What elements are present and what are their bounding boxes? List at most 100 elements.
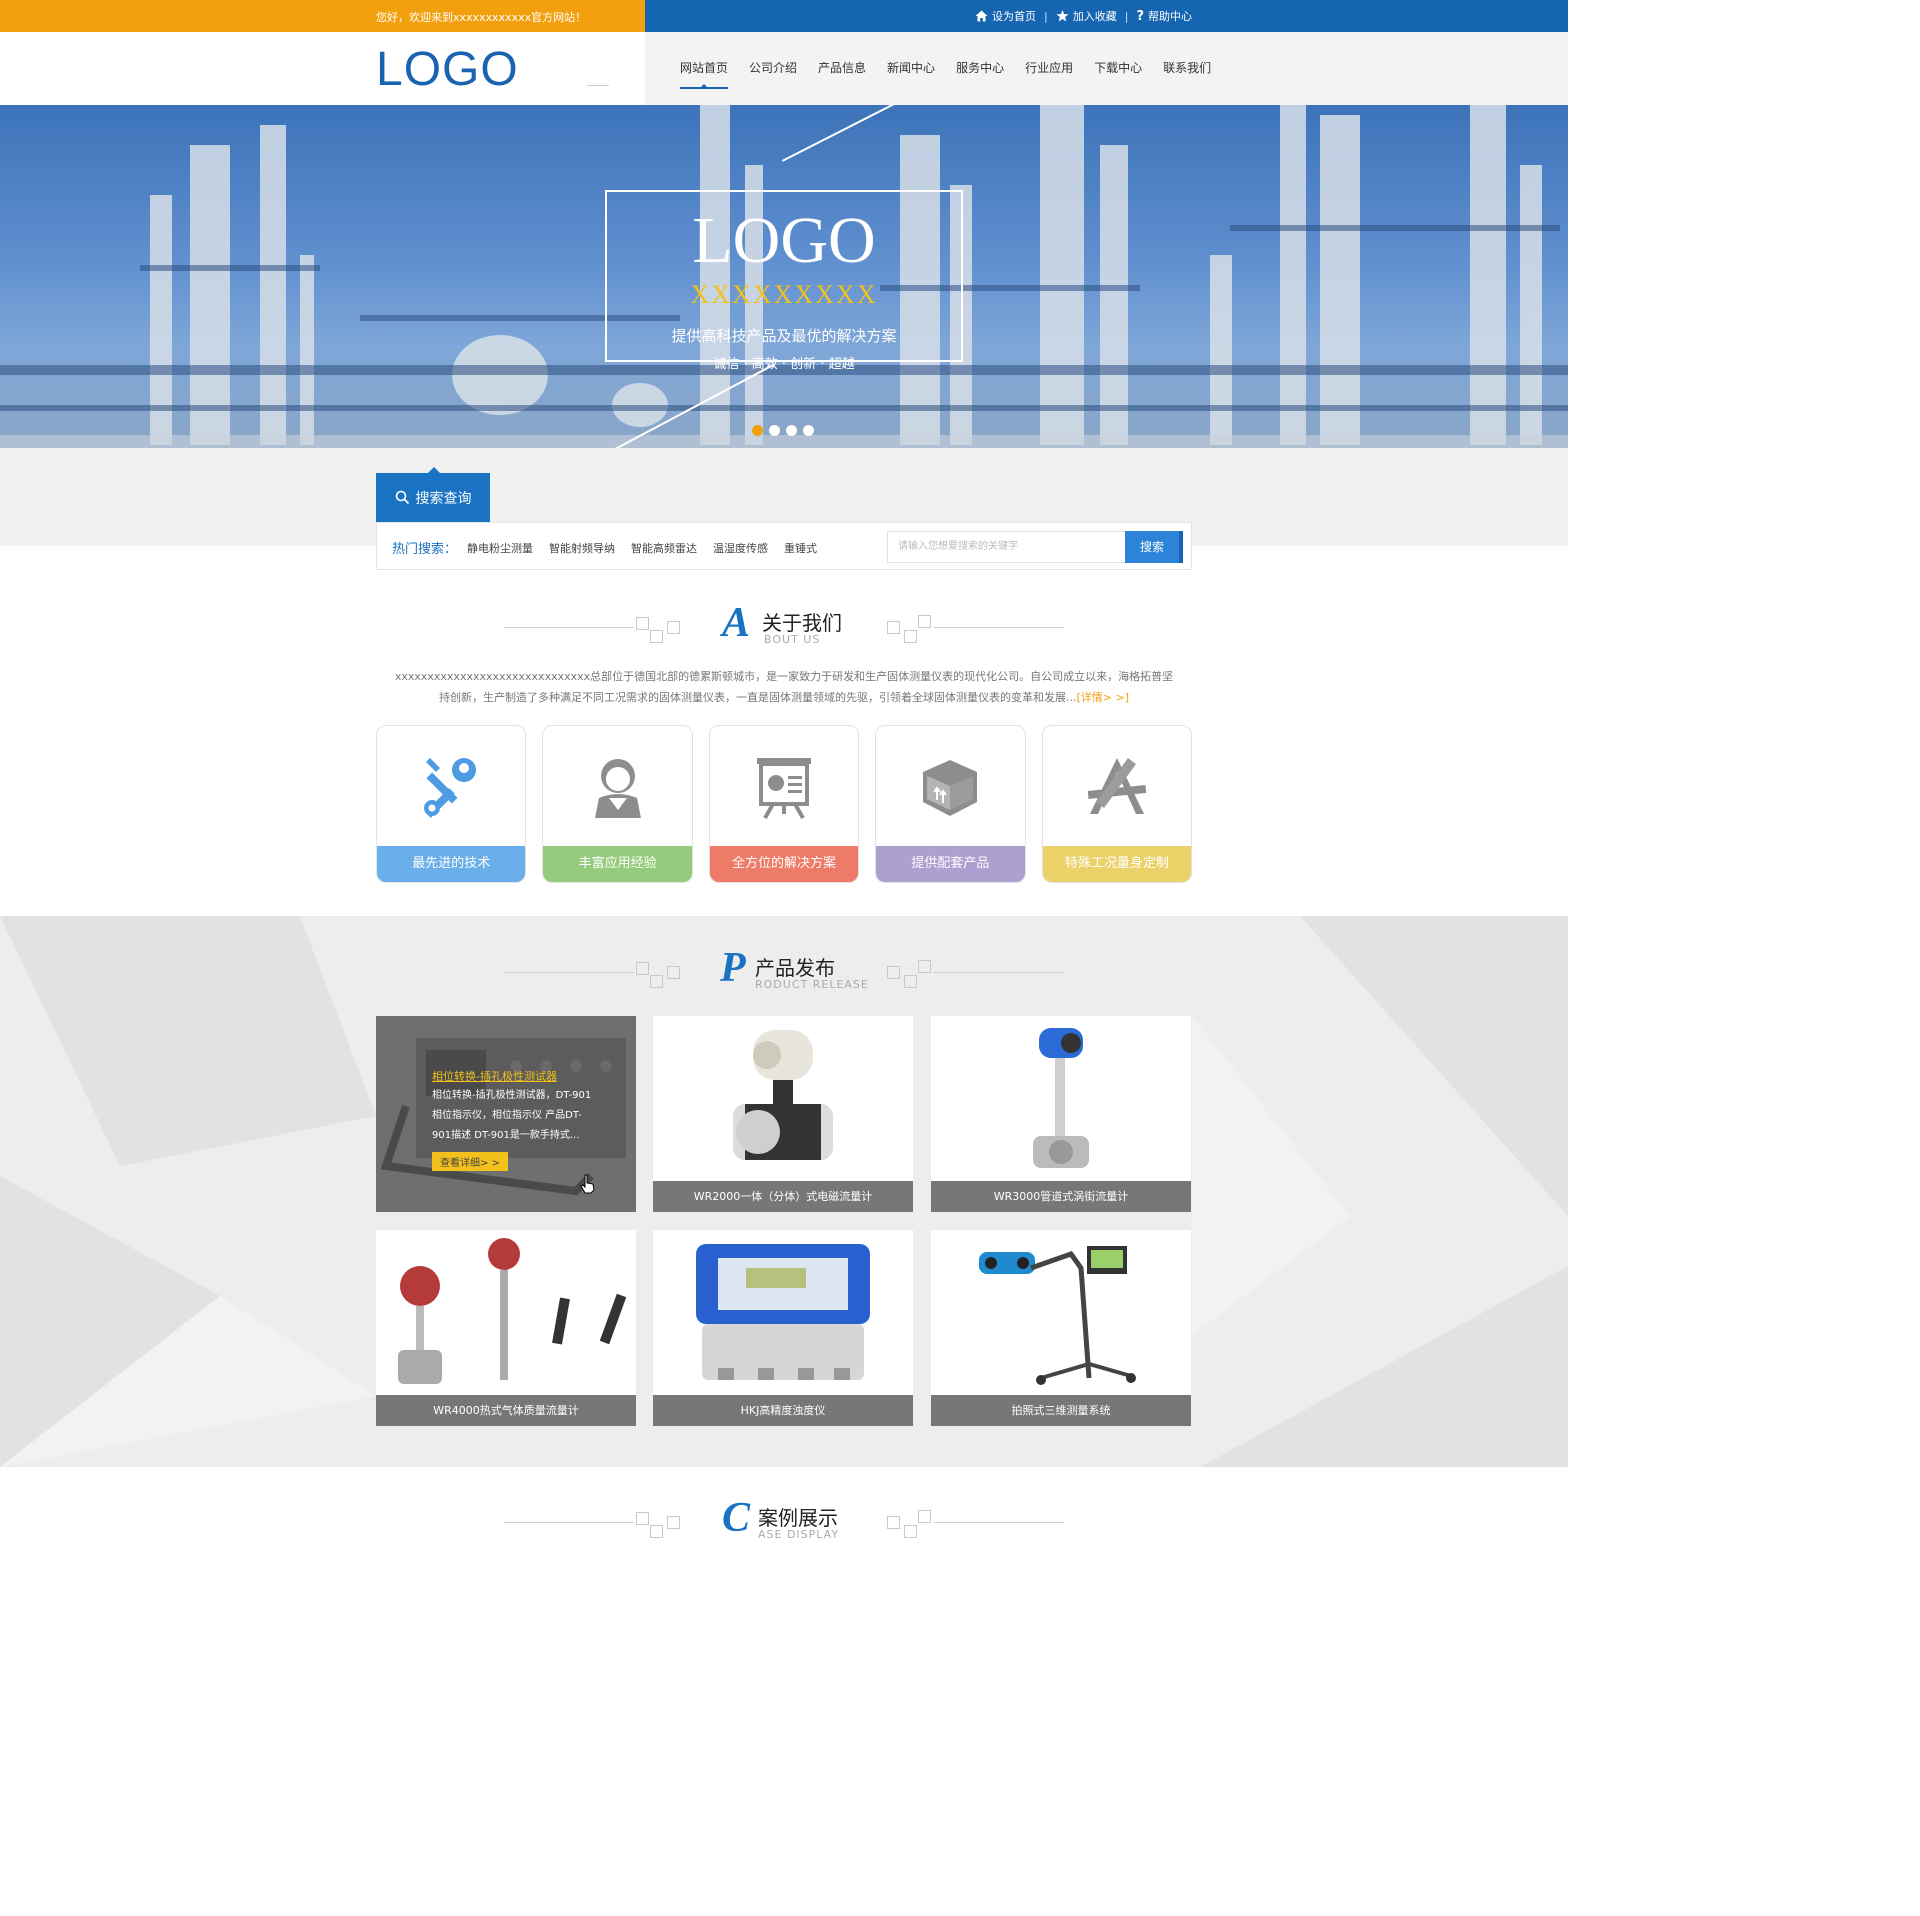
products-title: 产品发布 [755, 956, 835, 980]
title-square [904, 630, 917, 643]
product-card[interactable]: 拍照式三维测量系统 [931, 1230, 1191, 1426]
hot-search-label: 热门搜索： [392, 542, 458, 557]
search-tab[interactable]: 搜索查询 [376, 467, 490, 522]
nav-company[interactable]: 公司介绍 [749, 32, 797, 105]
hot-search-item[interactable]: 重锤式 [784, 540, 817, 556]
nav-contact[interactable]: 联系我们 [1163, 32, 1211, 105]
thermal-mass-flowmeter-image [398, 1237, 626, 1384]
banner-subtitle: XXXXXXXXX [690, 280, 878, 309]
product-card[interactable]: 相位转换-插孔极性测试器 相位转换-插孔极性测试器，DT-901相位指示仪，相位… [376, 1016, 636, 1212]
product-image [653, 1016, 913, 1181]
hot-search-list: 静电粉尘测量 智能射频导纳 智能高频雷达 温湿度传感 重锤式 [467, 540, 817, 556]
feature-cards: 最先进的技术 丰富应用经验 全方位的解决方案 提供配套产品 特殊工况量身定制 [376, 725, 1193, 885]
home-icon [975, 10, 988, 22]
search-row: 热门搜索： 静电粉尘测量 智能射频导纳 智能高频雷达 温湿度传感 重锤式 请输入… [376, 522, 1192, 570]
add-favorite-label: 加入收藏 [1072, 10, 1117, 23]
view-details-button[interactable]: 查看详细> > [432, 1152, 508, 1171]
title-square [904, 1525, 917, 1538]
title-square [887, 1516, 900, 1529]
feature-card[interactable]: 特殊工况量身定制 [1041, 725, 1193, 883]
about-letter: A [722, 600, 751, 646]
hot-search-item[interactable]: 智能射频导纳 [549, 540, 615, 556]
feature-card[interactable]: 最先进的技术 [376, 725, 527, 883]
add-favorite-link[interactable]: 加入收藏 [1056, 8, 1117, 24]
title-square [650, 1525, 663, 1538]
logo-divider [587, 85, 609, 86]
cursor-hand-icon [580, 1174, 595, 1194]
nav-service[interactable]: 服务中心 [956, 32, 1004, 105]
search-tab-label: 搜索查询 [415, 490, 472, 507]
title-line [934, 1522, 1064, 1523]
banner-logo: LOGO [692, 204, 876, 277]
product-hover-panel: 相位转换-插孔极性测试器 相位转换-插孔极性测试器，DT-901相位指示仪，相位… [432, 1068, 600, 1171]
feature-card-label: 全方位的解决方案 [709, 846, 859, 882]
slide-dot[interactable] [803, 425, 814, 436]
product-card[interactable]: WR2000一体（分体）式电磁流量计 [653, 1016, 913, 1212]
top-links: 设为首页 | 加入收藏 | ? 帮助中心 [975, 8, 1192, 24]
hot-search-item[interactable]: 温湿度传感 [713, 540, 768, 556]
question-icon: ? [1136, 8, 1144, 24]
nav-products[interactable]: 产品信息 [818, 32, 866, 105]
products-section-title: P 产品发布 RODUCT RELEASE [504, 945, 1064, 1000]
title-line [504, 1522, 634, 1523]
slide-dot[interactable] [786, 425, 797, 436]
product-card[interactable]: HKJ高精度浊度仪 [653, 1230, 913, 1426]
user-icon [594, 759, 641, 818]
set-homepage-label: 设为首页 [992, 10, 1037, 23]
site-logo[interactable]: LOGO [376, 42, 519, 98]
product-card[interactable]: WR3000管道式涡街流量计 [931, 1016, 1191, 1212]
feature-card[interactable]: 提供配套产品 [875, 725, 1026, 883]
nav-industry[interactable]: 行业应用 [1025, 32, 1073, 105]
about-paragraph: xxxxxxxxxxxxxxxxxxxxxxxxxxxxxx总部位于德国北部的德… [394, 670, 1174, 704]
welcome-strip: 您好，欢迎来到xxxxxxxxxxxx官方网站！ [0, 0, 645, 32]
products-subtitle: RODUCT RELEASE [755, 978, 869, 991]
title-line [934, 972, 1064, 973]
product-image [653, 1230, 913, 1395]
vortex-flowmeter-image [1033, 1027, 1089, 1168]
nav-home[interactable]: 网站首页 [680, 32, 729, 105]
slide-dot[interactable] [769, 425, 780, 436]
about-more-link[interactable]: [详情> >] [1076, 691, 1129, 704]
3d-scanner-image [979, 1245, 1136, 1385]
title-square [650, 630, 663, 643]
feature-card[interactable]: 全方位的解决方案 [708, 725, 860, 883]
tools-icon [424, 758, 477, 818]
product-hover-title[interactable]: 相位转换-插孔极性测试器 [432, 1068, 600, 1084]
electromagnetic-flowmeter-image [733, 1029, 833, 1160]
banner-slogan: 提供高科技产品及最优的解决方案 [671, 327, 897, 345]
slide-indicators [752, 425, 814, 436]
title-square [650, 975, 663, 988]
feature-card-label: 提供配套产品 [876, 846, 1025, 882]
help-center-link[interactable]: ? 帮助中心 [1136, 8, 1192, 24]
title-square [918, 615, 931, 628]
product-card[interactable]: WR4000热式气体质量流量计 [376, 1230, 636, 1426]
cases-letter: C [722, 1495, 751, 1541]
presentation-icon [757, 758, 812, 819]
products-letter: P [720, 945, 746, 991]
title-square [636, 962, 649, 975]
cases-title: 案例展示 [758, 1506, 838, 1530]
title-line [504, 627, 634, 628]
feature-card[interactable]: 丰富应用经验 [542, 725, 693, 883]
help-center-label: 帮助中心 [1148, 10, 1192, 23]
nav-news[interactable]: 新闻中心 [887, 32, 935, 105]
title-square [667, 966, 680, 979]
hot-search-item[interactable]: 静电粉尘测量 [467, 540, 533, 556]
search-icon [395, 490, 409, 505]
turbidity-meter-image [696, 1243, 870, 1380]
main-nav: 网站首页 公司介绍 产品信息 新闻中心 服务中心 行业应用 下载中心 联系我们 [680, 32, 1232, 105]
search-input[interactable]: 请输入您想要搜索的关键字 [887, 531, 1127, 563]
set-homepage-link[interactable]: 设为首页 [975, 8, 1036, 24]
search-button[interactable]: 搜索 [1125, 531, 1183, 563]
divider: | [1124, 9, 1129, 23]
hot-search-item[interactable]: 智能高频雷达 [631, 540, 697, 556]
title-square [887, 621, 900, 634]
slide-dot[interactable] [752, 425, 763, 436]
nav-download[interactable]: 下载中心 [1094, 32, 1142, 105]
cases-section-title: C 案例展示 ASE DISPLAY [504, 1495, 1064, 1550]
product-image [931, 1016, 1191, 1181]
title-square [887, 966, 900, 979]
compass-ruler-icon [1087, 758, 1147, 814]
about-section-title: A 关于我们 BOUT US [504, 600, 1064, 655]
title-line [934, 627, 1064, 628]
